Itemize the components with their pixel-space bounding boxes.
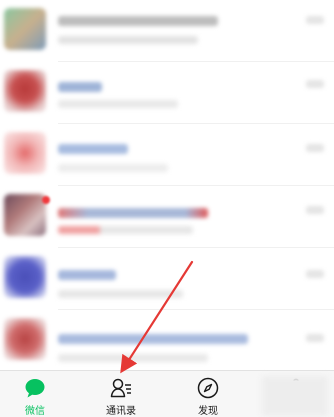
chat-name-redacted xyxy=(58,334,248,344)
chat-time-redacted xyxy=(306,144,324,152)
compass-icon xyxy=(197,377,219,399)
tab-contacts[interactable]: 通讯录 xyxy=(91,371,151,417)
chat-name-redacted xyxy=(58,82,102,92)
chat-name-redacted xyxy=(58,270,116,280)
chat-row[interactable] xyxy=(0,310,334,370)
redacted-area xyxy=(262,376,328,416)
avatar xyxy=(4,318,46,360)
chat-row[interactable] xyxy=(0,248,334,310)
chat-bubble-icon xyxy=(25,379,45,398)
tab-label: 通讯录 xyxy=(106,406,136,417)
chat-time-redacted xyxy=(306,334,324,342)
chat-row[interactable] xyxy=(0,124,334,186)
chat-name-redacted xyxy=(58,208,208,218)
chat-preview-redacted xyxy=(58,164,168,172)
avatar xyxy=(4,132,46,174)
chat-name-redacted xyxy=(58,144,128,154)
chat-preview-redacted xyxy=(58,226,193,234)
avatar xyxy=(4,194,46,236)
avatar xyxy=(4,8,46,50)
chat-row[interactable] xyxy=(0,186,334,248)
chat-time-redacted xyxy=(306,80,324,88)
tab-chats[interactable]: 微信 xyxy=(5,371,65,417)
chat-preview-redacted xyxy=(58,100,178,108)
chat-preview-redacted xyxy=(58,290,183,298)
avatar xyxy=(4,256,46,298)
unread-badge xyxy=(42,196,50,204)
chat-time-redacted xyxy=(306,16,324,24)
tab-label: 发现 xyxy=(198,406,218,417)
chat-preview-redacted xyxy=(58,36,198,44)
avatar xyxy=(4,70,46,112)
contacts-icon xyxy=(110,378,131,398)
chat-list xyxy=(0,0,334,370)
tab-discover[interactable]: 发现 xyxy=(178,371,238,417)
chat-time-redacted xyxy=(306,270,324,278)
chat-name-redacted xyxy=(58,16,218,26)
tab-label: 微信 xyxy=(25,406,45,417)
chat-row[interactable] xyxy=(0,0,334,62)
chat-time-redacted xyxy=(306,206,324,214)
chat-row[interactable] xyxy=(0,62,334,124)
chat-preview-redacted xyxy=(58,354,208,362)
